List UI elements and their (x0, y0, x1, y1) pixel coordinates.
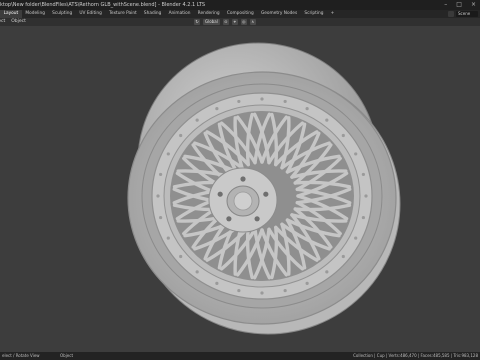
center-cap (233, 191, 253, 211)
rivet (325, 118, 329, 122)
scene-statistics: Collection | Cup | Verts:486,470 | Faces… (353, 353, 478, 358)
rivet (325, 270, 329, 274)
tab-rendering[interactable]: Rendering (194, 10, 223, 18)
tab-compositing[interactable]: Compositing (223, 10, 257, 18)
rivet (361, 215, 365, 220)
proportional-edit-icon[interactable]: ◎ (240, 19, 247, 25)
rivet (354, 236, 358, 240)
rivet (179, 133, 183, 138)
scene-field[interactable]: Scene (456, 11, 478, 17)
tab-modeling[interactable]: Modeling (22, 10, 49, 18)
rivet (195, 270, 199, 274)
tab-texture-paint[interactable]: Texture Paint (105, 10, 140, 18)
rivet (156, 194, 160, 198)
tab-uv-editing[interactable]: UV Editing (76, 10, 106, 18)
minimize-button[interactable]: – (444, 0, 447, 10)
transform-toolbar: ↻ Global ⊙ ⌖ ◎ ∧ (194, 19, 256, 25)
tab-geometry-nodes[interactable]: Geometry Nodes (257, 10, 300, 18)
rivet (237, 288, 241, 293)
rivet (159, 172, 163, 177)
status-mode: Object (60, 353, 74, 358)
lug-hole (226, 216, 232, 222)
rivet (305, 107, 309, 111)
menu-select[interactable]: ject (0, 18, 5, 26)
rivet (166, 152, 170, 156)
viewport-header: ject Object ↻ Global ⊙ ⌖ ◎ ∧ (0, 18, 480, 26)
rivet (341, 133, 345, 138)
rivet (354, 152, 358, 156)
overlay-icon[interactable]: ∧ (249, 19, 256, 25)
workspace-tab-bar: Layout Modeling Sculpting UV Editing Tex… (0, 10, 480, 18)
lug-hole (254, 216, 260, 222)
scene-icon (448, 11, 454, 17)
3d-viewport[interactable] (0, 26, 480, 352)
rivet (283, 288, 287, 293)
rivet (364, 194, 368, 198)
lug-hole (240, 176, 246, 182)
snap-icon[interactable]: ⌖ (231, 19, 238, 25)
menu-object[interactable]: Object (11, 18, 26, 26)
rivet (159, 215, 163, 220)
rivet (195, 118, 199, 122)
rivet (260, 291, 264, 295)
tab-shading[interactable]: Shading (140, 10, 165, 18)
add-workspace-button[interactable]: + (327, 10, 338, 18)
lug-hole (217, 191, 223, 197)
tab-sculpting[interactable]: Sculpting (49, 10, 76, 18)
rivet (166, 236, 170, 240)
rivet (215, 281, 219, 285)
status-hint: elect / Rotate View (2, 353, 40, 358)
maximize-button[interactable]: □ (456, 0, 462, 10)
rivet (179, 254, 183, 259)
rivet (361, 172, 365, 177)
lug-hole (263, 191, 269, 197)
tab-animation[interactable]: Animation (165, 10, 194, 18)
window-controls: – □ × (444, 0, 476, 10)
rivet (305, 281, 309, 285)
wheel-render (127, 42, 401, 335)
rivet (283, 99, 287, 104)
status-bar: elect / Rotate View Object Collection | … (0, 352, 480, 360)
window-titlebar: ktop\New folder\BlendFiles\ATS\Rethorn G… (0, 0, 480, 10)
rivet (341, 254, 345, 259)
workspace-tabs: Layout Modeling Sculpting UV Editing Tex… (0, 10, 338, 18)
pivot-icon[interactable]: ⊙ (222, 19, 229, 25)
transform-orientation-icon[interactable]: ↻ (194, 19, 200, 25)
rivet (215, 107, 219, 111)
tab-scripting[interactable]: Scripting (301, 10, 327, 18)
orientation-select[interactable]: Global (203, 19, 220, 25)
rivet (260, 97, 264, 101)
window-title: ktop\New folder\BlendFiles\ATS\Rethorn G… (0, 2, 206, 8)
close-button[interactable]: × (471, 0, 476, 10)
viewport-menu: ject Object (0, 18, 26, 26)
tab-layout[interactable]: Layout (0, 10, 22, 18)
rivet (237, 99, 241, 104)
scene-selector: Scene (448, 11, 478, 17)
